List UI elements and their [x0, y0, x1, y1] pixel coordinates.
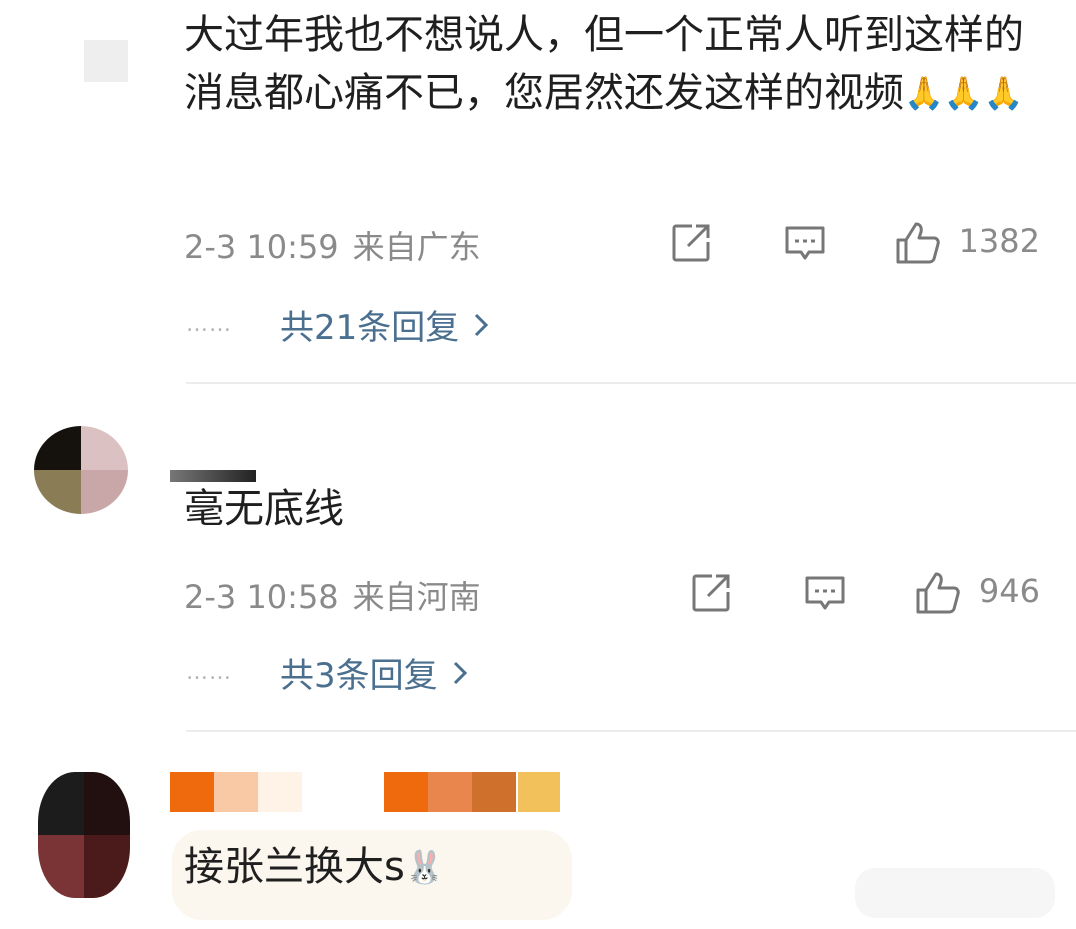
- comment-icon[interactable]: [783, 224, 827, 264]
- bunny-emoji: 🐰: [404, 848, 445, 886]
- chevron-right-icon: [475, 313, 489, 336]
- comment-text: 大过年我也不想说人，但一个正常人听到这样的消息都心痛不已，您居然还发这样的视频🙏…: [184, 6, 1054, 122]
- avatar[interactable]: [34, 426, 128, 514]
- avatar[interactable]: [38, 772, 130, 898]
- divider: [186, 730, 1076, 732]
- view-replies-link[interactable]: …… 共21条回复: [186, 300, 489, 349]
- view-replies-link[interactable]: …… 共3条回复: [186, 648, 468, 697]
- replies-label: 共3条回复: [280, 656, 438, 696]
- chevron-right-icon: [453, 661, 467, 684]
- thumbs-up-icon[interactable]: [914, 570, 962, 616]
- comment-icon[interactable]: [803, 574, 847, 614]
- comment-meta: 2-3 10:59 来自广东: [184, 222, 481, 268]
- comment-meta: 2-3 10:58 来自河南: [184, 572, 481, 618]
- comment-location: 来自河南: [352, 578, 481, 616]
- blurred-area: [855, 868, 1055, 918]
- comment-body: 接张兰换大s: [184, 844, 405, 890]
- divider: [186, 382, 1076, 384]
- thumbs-up-icon[interactable]: [894, 220, 942, 266]
- avatar-fragment: [84, 40, 128, 82]
- like-count: 946: [978, 572, 1040, 610]
- comment-time: 2-3 10:58: [184, 578, 339, 616]
- like-count: 1382: [958, 222, 1040, 260]
- reply-dots: ……: [186, 660, 232, 685]
- share-icon[interactable]: [690, 572, 732, 614]
- share-icon[interactable]: [670, 222, 712, 264]
- comment-body: 毫无底线: [184, 486, 344, 532]
- comment-time: 2-3 10:59: [184, 228, 339, 266]
- pray-emoji: 🙏🙏🙏: [904, 74, 1024, 112]
- comment-location: 来自广东: [352, 228, 481, 266]
- comment-text: 毫无底线: [184, 480, 1054, 538]
- comment-body: 大过年我也不想说人，但一个正常人听到这样的消息都心痛不已，您居然还发这样的视频: [184, 12, 1024, 116]
- reply-dots: ……: [186, 312, 232, 337]
- avatar[interactable]: [40, 0, 128, 43]
- username-masked: [170, 772, 560, 812]
- replies-label: 共21条回复: [280, 308, 460, 348]
